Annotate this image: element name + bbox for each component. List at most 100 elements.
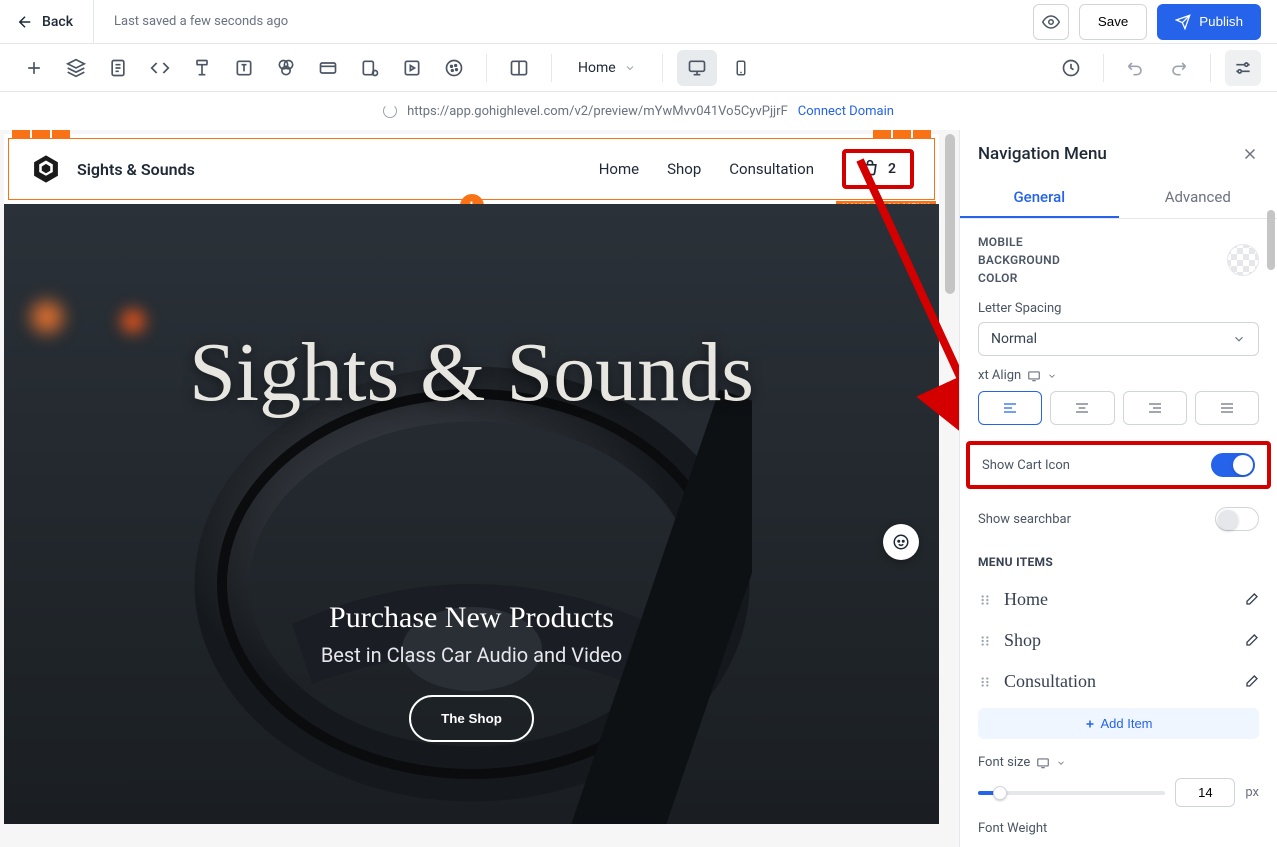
nav-link-home[interactable]: Home (599, 160, 639, 178)
redo-button[interactable] (1160, 50, 1196, 86)
menu-item-name: Home (1004, 589, 1048, 610)
scrollbar-thumb[interactable] (945, 134, 955, 294)
canvas-area: Sights & Sounds Home Shop Consultation 2… (0, 130, 959, 847)
color-button[interactable] (268, 50, 304, 86)
section-button[interactable] (310, 50, 346, 86)
menu-item-name: Shop (1004, 630, 1041, 651)
show-cart-label: Show Cart Icon (982, 458, 1070, 473)
hero-content: Sights & Sounds Purchase New Products Be… (4, 204, 939, 824)
tab-advanced[interactable]: Advanced (1119, 178, 1277, 218)
panel-scrollbar[interactable] (1267, 130, 1275, 847)
edit-menu-item-button[interactable] (1243, 674, 1259, 690)
text-icon (234, 58, 254, 78)
page-select-label: Home (578, 60, 616, 76)
desktop-device-button[interactable] (677, 50, 717, 86)
layers-icon (66, 58, 86, 78)
letter-spacing-label: Letter Spacing (978, 301, 1259, 316)
form-icon (192, 58, 212, 78)
nav-link-shop[interactable]: Shop (667, 160, 701, 178)
text-align-label-row: xt Align (978, 368, 1259, 383)
show-cart-highlighted: Show Cart Icon (966, 441, 1271, 489)
history-button[interactable] (1053, 50, 1089, 86)
scrollbar-thumb[interactable] (1267, 210, 1275, 270)
nav-link-consultation[interactable]: Consultation (729, 160, 814, 178)
add-element-button[interactable] (16, 50, 52, 86)
brand-name: Sights & Sounds (77, 160, 195, 179)
chevron-down-icon (624, 62, 636, 74)
add-item-label: Add Item (1100, 716, 1152, 731)
nav-selection-wrapper[interactable]: Sights & Sounds Home Shop Consultation 2… (4, 134, 939, 204)
mobile-bg-label: MOBILE BACKGROUND COLOR (978, 233, 1098, 287)
close-icon (1241, 145, 1259, 163)
align-justify-button[interactable] (1195, 391, 1259, 425)
properties-panel: Navigation Menu General Advanced MOBILE … (959, 130, 1277, 847)
chevron-down-icon (1232, 332, 1246, 346)
page-selector[interactable]: Home (566, 50, 648, 86)
font-size-slider[interactable] (978, 791, 1165, 795)
hero-section[interactable]: Sights & Sounds Purchase New Products Be… (4, 204, 939, 824)
code-icon (150, 58, 170, 78)
redo-icon (1168, 58, 1188, 78)
show-searchbar-toggle[interactable] (1215, 507, 1259, 531)
back-button[interactable]: Back (16, 0, 94, 44)
edit-menu-item-button[interactable] (1243, 592, 1259, 608)
publish-button[interactable]: Publish (1157, 4, 1261, 40)
separator (551, 54, 552, 82)
save-button[interactable]: Save (1079, 4, 1147, 40)
pages-button[interactable] (100, 50, 136, 86)
text-button[interactable] (226, 50, 262, 86)
page-icon (108, 58, 128, 78)
add-menu-item-button[interactable]: Add Item (978, 708, 1259, 739)
drag-handle-icon[interactable] (978, 634, 992, 648)
topbar-left: Back Last saved a few seconds ago (16, 0, 288, 44)
connect-domain-link[interactable]: Connect Domain (798, 104, 894, 119)
brand: Sights & Sounds (29, 152, 195, 186)
chevron-down-icon (1047, 371, 1057, 381)
selection-handles-left (12, 130, 70, 138)
font-size-input[interactable] (1175, 778, 1235, 807)
back-label: Back (42, 14, 73, 30)
panel-close-button[interactable] (1241, 145, 1259, 163)
align-justify-icon (1219, 400, 1235, 416)
edit-menu-item-button[interactable] (1243, 633, 1259, 649)
theme-button[interactable] (436, 50, 472, 86)
chat-widget[interactable] (883, 524, 919, 560)
preview-button[interactable] (1033, 4, 1069, 40)
letter-spacing-value: Normal (991, 331, 1037, 347)
settings-button[interactable] (1225, 50, 1261, 86)
form-button[interactable] (184, 50, 220, 86)
hero-shop-button[interactable]: The Shop (409, 695, 534, 742)
cart-icon (860, 159, 880, 179)
mobile-icon (732, 59, 750, 77)
url-bar: https://app.gohighlevel.com/v2/preview/m… (0, 92, 1277, 130)
clock-icon (1061, 58, 1081, 78)
tab-general[interactable]: General (960, 178, 1119, 218)
mobile-device-button[interactable] (721, 50, 761, 86)
text-align-label: xt Align (978, 368, 1021, 383)
drag-handle-icon[interactable] (978, 593, 992, 607)
undo-button[interactable] (1118, 50, 1154, 86)
media-button[interactable] (394, 50, 430, 86)
code-button[interactable] (142, 50, 178, 86)
canvas-scrollbar[interactable] (945, 134, 955, 843)
align-left-button[interactable] (978, 391, 1042, 425)
cart-count: 2 (888, 161, 896, 177)
show-cart-toggle[interactable] (1211, 453, 1255, 477)
publish-label: Publish (1199, 14, 1243, 29)
drag-handle-icon[interactable] (978, 675, 992, 689)
navigation-menu-element[interactable]: Sights & Sounds Home Shop Consultation 2… (8, 138, 935, 200)
nav-links: Home Shop Consultation 2 (599, 149, 914, 189)
send-icon (1175, 14, 1191, 30)
hero-tagline: Best in Class Car Audio and Video (321, 643, 622, 667)
columns-button[interactable] (501, 50, 537, 86)
cart-button-highlighted[interactable]: 2 (842, 149, 914, 189)
cookie-icon (444, 58, 464, 78)
letter-spacing-select[interactable]: Normal (978, 322, 1259, 356)
layers-button[interactable] (58, 50, 94, 86)
database-button[interactable] (352, 50, 388, 86)
mobile-bg-color-swatch[interactable] (1227, 244, 1259, 276)
separator (486, 54, 487, 82)
font-size-unit: px (1245, 785, 1259, 800)
align-center-button[interactable] (1050, 391, 1114, 425)
align-right-button[interactable] (1123, 391, 1187, 425)
